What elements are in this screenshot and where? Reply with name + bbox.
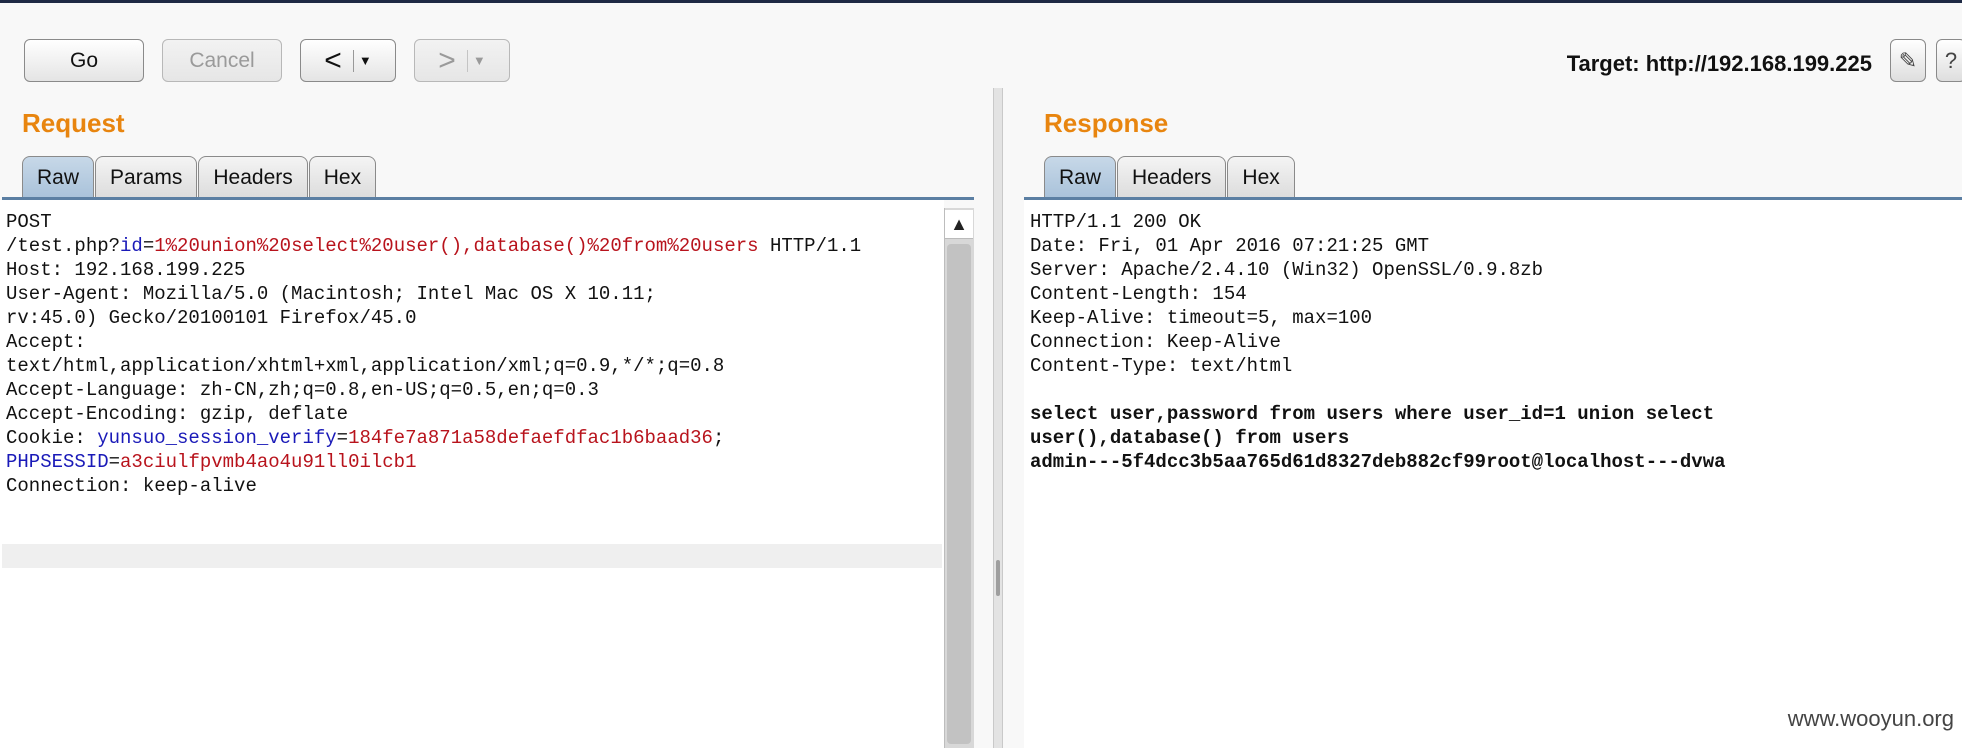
request-protocol: HTTP/1.1 (758, 235, 862, 257)
request-url-line: /test.php?id=1%20union%20select%20user()… (6, 234, 938, 258)
help-icon: ? (1944, 47, 1958, 73)
cookie-label: Cookie: (6, 427, 98, 449)
cookie-2-key: PHPSESSID (6, 451, 109, 473)
cookie-2-equals: = (108, 451, 121, 473)
cookie-separator: ; (712, 427, 725, 449)
help-button[interactable]: ? (1936, 39, 1962, 82)
request-path: /test.php? (6, 235, 121, 257)
cookie-2-value: a3ciulfpvmb4ao4u91ll0ilcb1 (120, 451, 417, 473)
forward-history-dropdown-icon[interactable]: ▼ (473, 53, 486, 68)
request-tabs: Raw Params Headers Hex (22, 156, 377, 198)
forward-button[interactable]: > ▼ (414, 39, 510, 82)
go-button-label: Go (69, 48, 98, 72)
request-user-agent-line: User-Agent: Mozilla/5.0 (Macintosh; Inte… (6, 283, 656, 305)
request-cookie-line-cont: PHPSESSID=a3ciulfpvmb4ao4u91ll0ilcb1 (6, 450, 938, 474)
response-blank-line: ​ (1030, 378, 1956, 402)
request-accept-line: Accept: (6, 331, 86, 353)
forward-arrow-icon: > (438, 43, 456, 77)
request-param-equals: = (142, 235, 155, 257)
request-accept-language-line: Accept-Language: zh-CN,zh;q=0.8,en-US;q=… (6, 379, 599, 401)
response-body-line: user(),database() from users (1030, 427, 1350, 449)
scroll-up-arrow-icon[interactable]: ▲ (945, 210, 973, 239)
response-body-line: select user,password from users where us… (1030, 403, 1715, 425)
response-status-line: HTTP/1.1 200 OK (1030, 211, 1202, 233)
response-body-line: admin---5f4dcc3b5aa765d61d8327deb882cf99… (1030, 451, 1726, 473)
pencil-icon: ✎ (1898, 47, 1918, 73)
response-tabs: Raw Headers Hex (1044, 156, 1296, 198)
pane-splitter[interactable] (993, 88, 1003, 748)
request-title: Request (22, 108, 125, 138)
watermark: www.wooyun.org (1787, 706, 1954, 731)
response-tab-hex[interactable]: Hex (1227, 156, 1295, 198)
request-scroll-thumb[interactable] (947, 244, 971, 744)
response-header-line: Content-Type: text/html (1030, 355, 1293, 377)
response-header-line: Date: Fri, 01 Apr 2016 07:21:25 GMT (1030, 235, 1430, 257)
response-header-line: Connection: Keep-Alive (1030, 331, 1281, 353)
back-history-dropdown-icon[interactable]: ▼ (359, 53, 372, 68)
request-cursor-line (2, 544, 942, 568)
response-header-line: Keep-Alive: timeout=5, max=100 (1030, 307, 1373, 329)
request-tab-raw[interactable]: Raw (22, 156, 95, 198)
target-label: Target: http://192.168.199.225 (1566, 51, 1872, 76)
request-param-value: 1%20union%20select%20user(),database()%2… (154, 235, 759, 257)
request-host-line: Host: 192.168.199.225 (6, 259, 246, 281)
request-accept-line-cont: text/html,application/xhtml+xml,applicat… (6, 355, 725, 377)
request-method-line: POST (6, 211, 52, 233)
request-user-agent-line-cont: rv:45.0) Gecko/20100101 Firefox/45.0 (6, 307, 417, 329)
edit-target-button[interactable]: ✎ (1890, 39, 1926, 82)
request-param-key: id (120, 235, 143, 257)
response-tab-headers[interactable]: Headers (1117, 156, 1227, 198)
request-connection-line: Connection: keep-alive (6, 475, 257, 497)
request-tab-hex[interactable]: Hex (308, 156, 377, 198)
cookie-1-key: yunsuo_session_verify (97, 427, 337, 449)
forward-button-divider (466, 49, 468, 72)
request-scrollbar[interactable]: ▲ (944, 208, 974, 748)
back-arrow-icon: < (324, 43, 342, 77)
request-editor[interactable]: POST /test.php?id=1%20union%20select%20u… (0, 200, 944, 748)
cancel-button-label: Cancel (189, 48, 255, 72)
cookie-1-equals: = (336, 427, 349, 449)
request-cookie-line: Cookie: yunsuo_session_verify=184fe7a871… (6, 426, 938, 450)
go-button[interactable]: Go (24, 39, 144, 82)
request-tab-params[interactable]: Params (95, 156, 198, 198)
request-accept-encoding-line: Accept-Encoding: gzip, deflate (6, 403, 349, 425)
response-header-line: Server: Apache/2.4.10 (Win32) OpenSSL/0.… (1030, 259, 1544, 281)
response-title: Response (1044, 108, 1169, 138)
response-tab-raw[interactable]: Raw (1044, 156, 1117, 198)
toolbar: Go Cancel < ▼ > ▼ Target: http://192.168… (0, 3, 1962, 85)
splitter-grip-icon[interactable] (996, 560, 1000, 596)
response-header-line: Content-Length: 154 (1030, 283, 1247, 305)
cancel-button[interactable]: Cancel (162, 39, 282, 82)
back-button[interactable]: < ▼ (300, 39, 396, 82)
cookie-1-value: 184fe7a871a58defaefdfac1b6baad36 (348, 427, 713, 449)
response-editor[interactable]: HTTP/1.1 200 OK Date: Fri, 01 Apr 2016 0… (1024, 200, 1962, 748)
request-tab-headers[interactable]: Headers (198, 156, 308, 198)
back-button-divider (352, 49, 354, 72)
